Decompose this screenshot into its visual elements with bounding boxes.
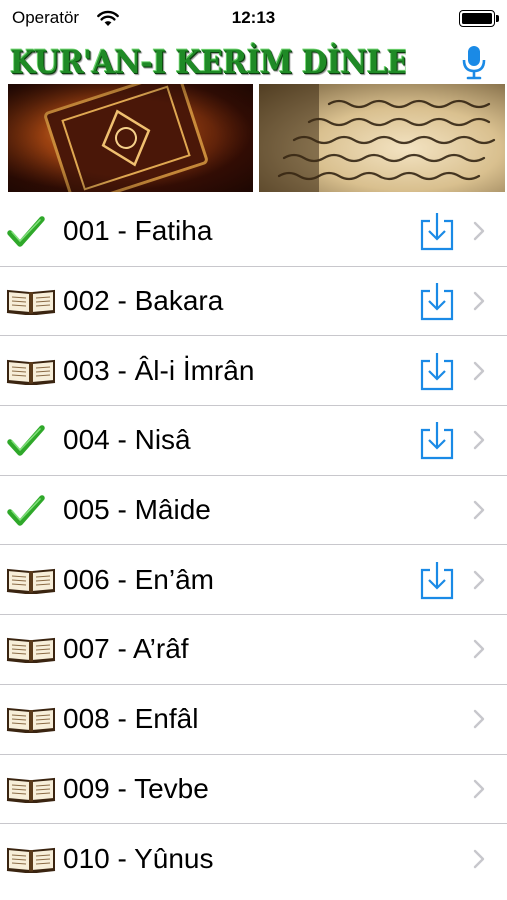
surah-row[interactable]: 003 - Âl-i İmrân bbox=[0, 336, 507, 407]
status-time: 12:13 bbox=[231, 8, 276, 27]
book-icon bbox=[6, 356, 56, 386]
surah-label: 003 - Âl-i İmrân bbox=[63, 354, 255, 386]
book-icon bbox=[6, 774, 56, 804]
download-icon[interactable] bbox=[417, 560, 457, 600]
surah-label: 001 - Fatiha bbox=[63, 215, 213, 247]
chevron-right-icon bbox=[473, 639, 485, 659]
surah-row[interactable]: 008 - Enfâl bbox=[0, 684, 507, 755]
surah-label: 009 - Tevbe bbox=[63, 772, 209, 804]
chevron-right-icon bbox=[473, 570, 485, 590]
book-icon bbox=[6, 844, 56, 874]
book-icon bbox=[6, 286, 56, 316]
book-icon bbox=[6, 565, 56, 595]
surah-label: 008 - Enfâl bbox=[63, 703, 199, 735]
surah-row[interactable]: 010 - Yûnus bbox=[0, 824, 507, 894]
app-header: KUR'AN-I KERİM DİNLE bbox=[0, 38, 507, 84]
app-title: KUR'AN-I KERİM DİNLE bbox=[10, 43, 406, 81]
download-icon[interactable] bbox=[417, 281, 457, 321]
surah-row[interactable]: 007 - A’râf bbox=[0, 615, 507, 685]
surah-label: 004 - Nisâ bbox=[63, 424, 191, 456]
checkmark-icon bbox=[6, 216, 56, 248]
quran-pages-image bbox=[259, 84, 505, 192]
surah-list: 001 - Fatiha 002 - Bakara 003 - Âl-i İmrân… bbox=[0, 197, 507, 894]
microphone-icon[interactable] bbox=[460, 44, 488, 80]
surah-label: 007 - A’râf bbox=[63, 633, 189, 665]
checkmark-icon bbox=[6, 425, 56, 457]
chevron-right-icon bbox=[473, 361, 485, 381]
surah-label: 006 - En’âm bbox=[63, 563, 214, 595]
chevron-right-icon bbox=[473, 221, 485, 241]
surah-row[interactable]: 005 - Mâide bbox=[0, 475, 507, 546]
surah-row[interactable]: 006 - En’âm bbox=[0, 545, 507, 616]
chevron-right-icon bbox=[473, 430, 485, 450]
surah-label: 010 - Yûnus bbox=[63, 843, 214, 875]
download-icon[interactable] bbox=[417, 351, 457, 391]
banner bbox=[8, 84, 505, 192]
status-bar: Operatör 12:13 bbox=[0, 0, 507, 38]
surah-label: 005 - Mâide bbox=[63, 494, 211, 526]
surah-row[interactable]: 002 - Bakara bbox=[0, 266, 507, 337]
book-icon bbox=[6, 704, 56, 734]
chevron-right-icon bbox=[473, 500, 485, 520]
battery-icon bbox=[459, 10, 499, 27]
surah-row[interactable]: 009 - Tevbe bbox=[0, 754, 507, 825]
surah-label: 002 - Bakara bbox=[63, 285, 224, 317]
download-icon[interactable] bbox=[417, 211, 457, 251]
surah-row[interactable]: 001 - Fatiha bbox=[0, 197, 507, 267]
checkmark-icon bbox=[6, 495, 56, 526]
quran-cover-image bbox=[8, 84, 253, 192]
chevron-right-icon bbox=[473, 849, 485, 869]
chevron-right-icon bbox=[473, 709, 485, 729]
book-icon bbox=[6, 634, 56, 664]
chevron-right-icon bbox=[473, 779, 485, 799]
surah-row[interactable]: 004 - Nisâ bbox=[0, 406, 507, 476]
chevron-right-icon bbox=[473, 291, 485, 311]
download-icon[interactable] bbox=[417, 420, 457, 460]
